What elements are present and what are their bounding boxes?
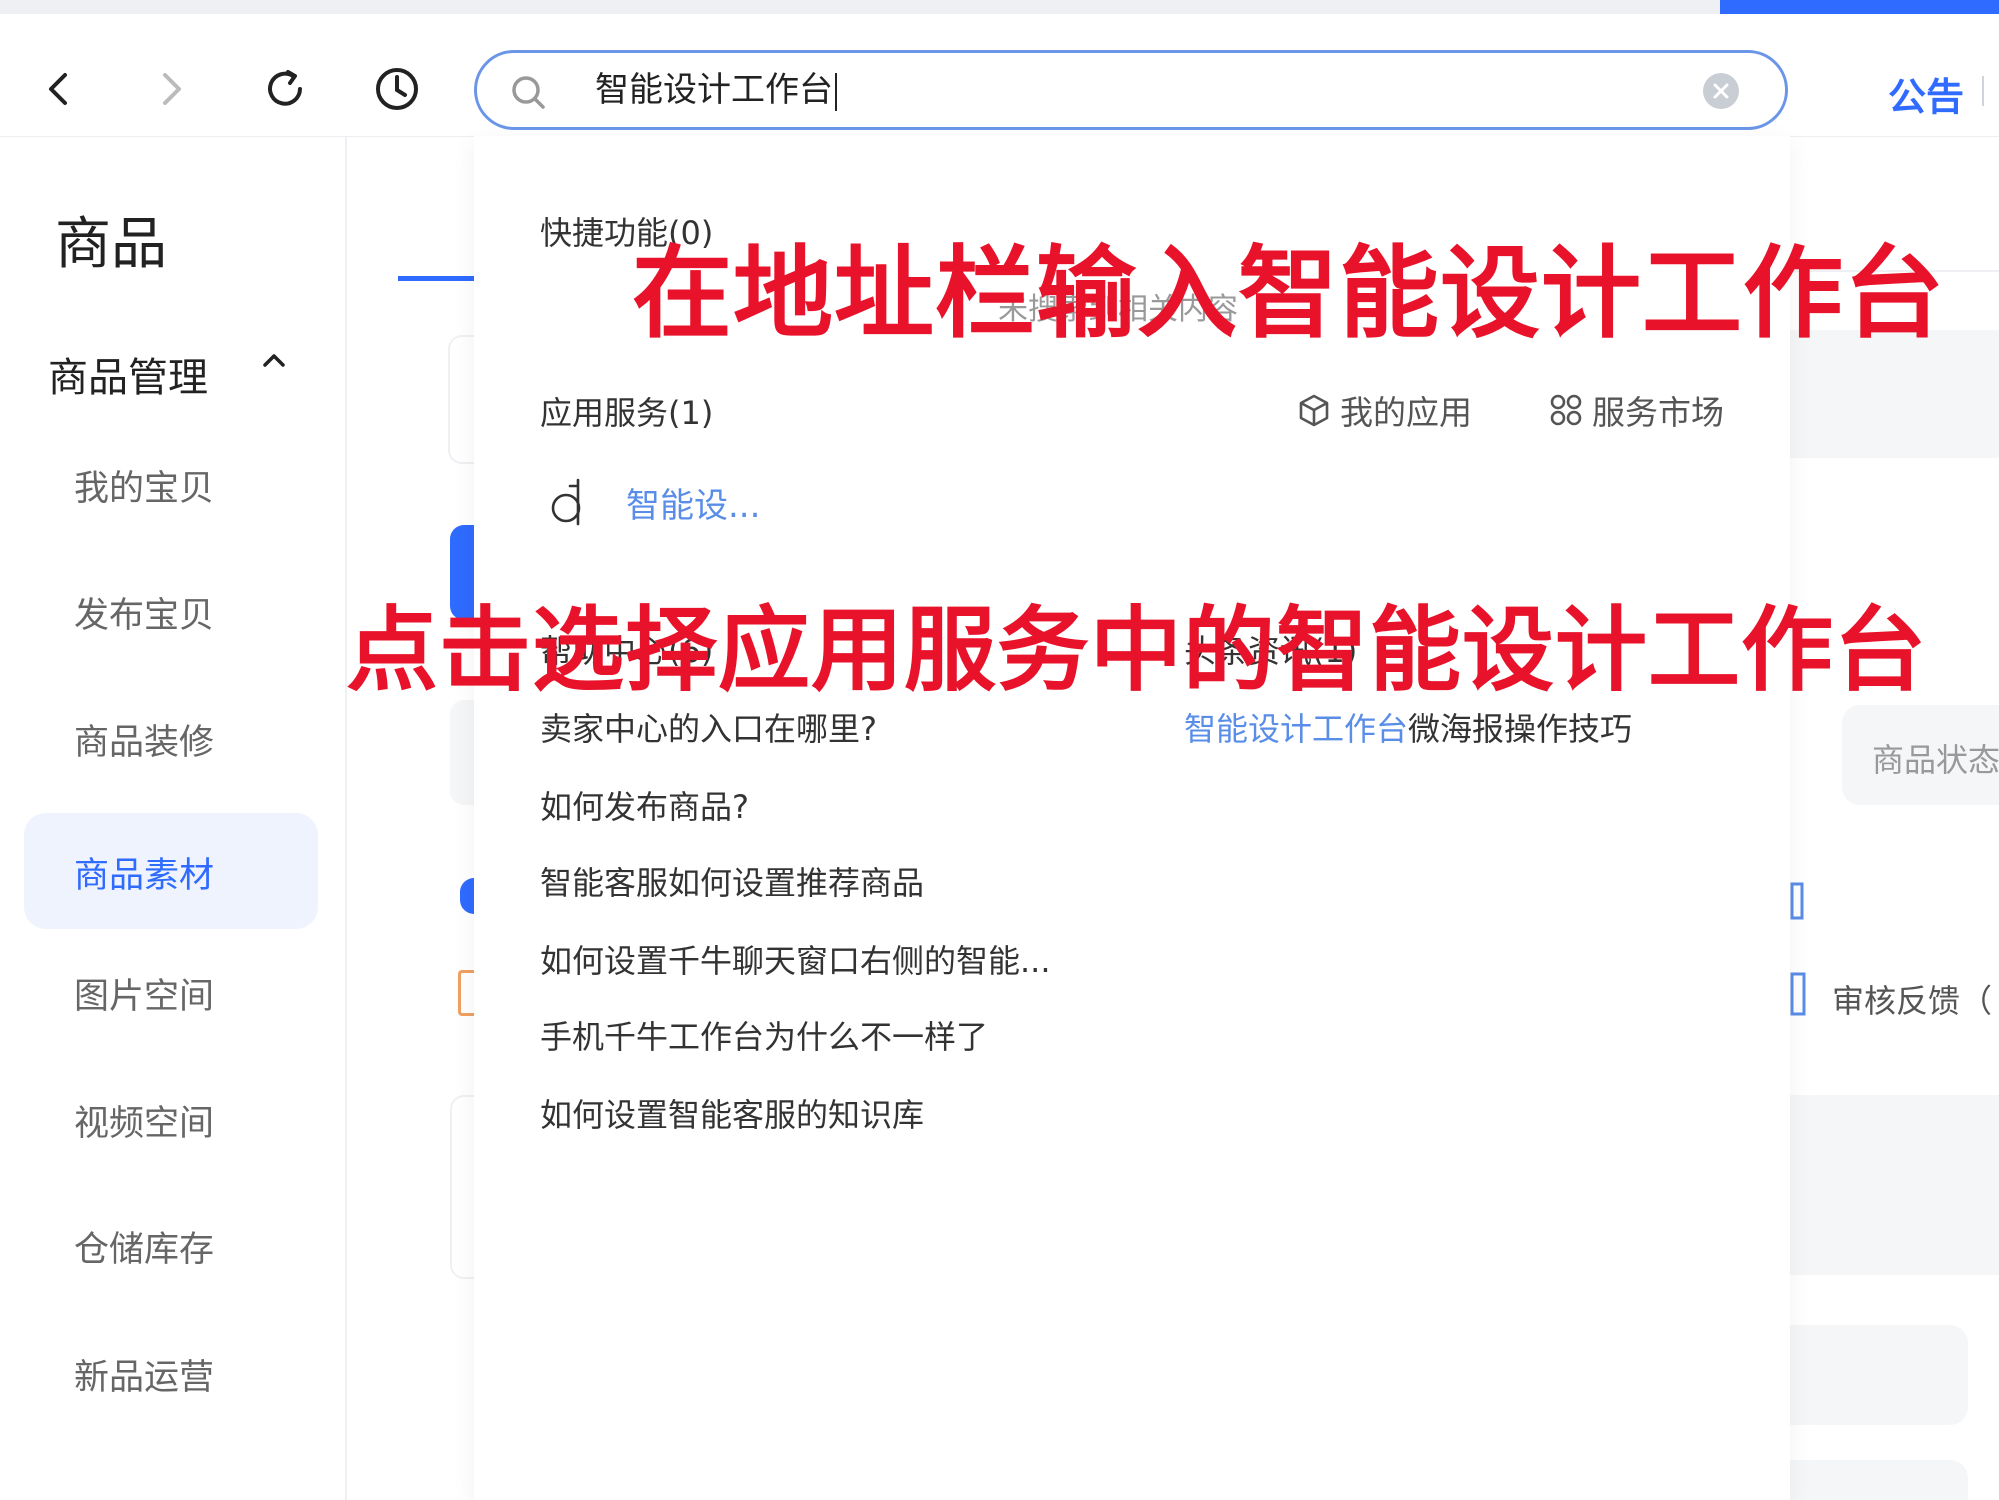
- help-item[interactable]: 如何设置千牛聊天窗口右侧的智能...: [540, 936, 1051, 982]
- sidebar-item-video-space[interactable]: 视频空间: [24, 1061, 318, 1177]
- sidebar-item-image-space[interactable]: 图片空间: [24, 934, 318, 1050]
- sidebar-item-inventory[interactable]: 仓储库存: [24, 1187, 318, 1303]
- help-item[interactable]: 智能客服如何设置推荐商品: [540, 858, 924, 904]
- sidebar-title: 商品: [55, 212, 167, 277]
- news-item-rest: 微海报操作技巧: [1408, 710, 1633, 748]
- annotation-step1: 在地址栏输入智能设计工作台: [632, 235, 1945, 352]
- help-item[interactable]: 手机千牛工作台为什么不一样了: [540, 1012, 988, 1058]
- sidebar-item-product-decoration[interactable]: 商品装修: [24, 680, 318, 796]
- sidebar-item-label: 仓储库存: [74, 1230, 215, 1270]
- sidebar-item-label: 发布宝贝: [74, 596, 215, 636]
- text-caret: [835, 72, 837, 111]
- app-result-smart-design[interactable]: 智能设...: [626, 478, 760, 527]
- document-icon: [1790, 882, 1804, 920]
- sidebar-item-label: 我的宝贝: [74, 469, 215, 509]
- my-apps-button[interactable]: 我的应用: [1296, 386, 1472, 434]
- search-input[interactable]: 智能设计工作台: [595, 69, 837, 111]
- radio-edge: [460, 878, 474, 914]
- close-icon: [1713, 83, 1729, 99]
- sidebar-item-product-assets[interactable]: 商品素材: [24, 813, 318, 929]
- reload-button[interactable]: [250, 54, 320, 124]
- sidebar-group-goods-management[interactable]: 商品管理: [48, 345, 208, 403]
- back-button[interactable]: [24, 54, 94, 124]
- cube-icon: [1299, 394, 1329, 427]
- chevron-up-icon[interactable]: [262, 352, 286, 368]
- address-search-box[interactable]: 智能设计工作台: [474, 50, 1788, 130]
- browser-toolbar: 智能设计工作台 公告: [0, 14, 1999, 137]
- history-button[interactable]: [362, 54, 432, 124]
- content-card: [448, 335, 476, 464]
- help-item[interactable]: 如何发布商品?: [540, 782, 749, 828]
- sidebar-item-label: 商品素材: [74, 856, 215, 896]
- clock-icon: [376, 68, 418, 110]
- bg-panel: [1790, 1325, 1968, 1425]
- sidebar-item-label: 新品运营: [74, 1358, 215, 1398]
- toolbar-divider: [1982, 76, 1984, 106]
- forward-button[interactable]: [136, 54, 206, 124]
- audit-icon: [1790, 972, 1806, 1016]
- sidebar-item-my-products[interactable]: 我的宝贝: [24, 426, 318, 542]
- sidebar-item-label: 图片空间: [74, 977, 215, 1017]
- news-item[interactable]: 智能设计工作台微海报操作技巧: [1184, 704, 1632, 750]
- app-services-heading: 应用服务(1): [540, 394, 714, 432]
- chevron-left-icon: [49, 73, 67, 105]
- window-top-strip: [0, 0, 1999, 14]
- chevron-right-icon: [163, 73, 181, 105]
- sidebar-item-label: 视频空间: [74, 1104, 215, 1144]
- filter-block: [450, 700, 474, 805]
- search-input-value: 智能设计工作台: [595, 70, 833, 110]
- active-tab-underline: [398, 276, 474, 281]
- bg-panel: [1790, 1460, 1968, 1500]
- status-filter-pill[interactable]: 商品状态: [1842, 705, 1999, 805]
- sidebar: 商品 商品管理 我的宝贝 发布宝贝 商品装修 商品素材 图片空间 视频空间 仓储…: [0, 137, 347, 1500]
- annotation-step2: 点击选择应用服务中的智能设计工作台: [346, 597, 1928, 704]
- bg-panel: [1790, 1095, 1999, 1275]
- design-app-icon[interactable]: [548, 474, 594, 530]
- top-strip-accent: [1720, 0, 1999, 14]
- sidebar-item-label: 商品装修: [74, 723, 215, 763]
- help-item[interactable]: 如何设置智能客服的知识库: [540, 1090, 924, 1136]
- sidebar-item-publish-product[interactable]: 发布宝贝: [24, 553, 318, 669]
- clear-search-button[interactable]: [1703, 73, 1739, 109]
- my-apps-label: 我的应用: [1340, 393, 1472, 432]
- status-filter-label: 商品状态: [1872, 741, 1999, 779]
- service-market-label: 服务市场: [1592, 393, 1724, 432]
- help-item[interactable]: 卖家中心的入口在哪里?: [540, 704, 877, 750]
- content-card: [450, 1095, 476, 1279]
- reload-icon: [268, 70, 302, 106]
- notice-link[interactable]: 公告: [1888, 66, 1964, 121]
- service-market-button[interactable]: 服务市场: [1548, 386, 1724, 434]
- grid-apps-icon: [1550, 394, 1582, 426]
- audit-feedback-tab[interactable]: 审核反馈（: [1832, 976, 1992, 1022]
- sidebar-item-new-product-ops[interactable]: 新品运营: [24, 1315, 318, 1431]
- search-icon: [512, 76, 545, 109]
- news-item-highlight: 智能设计工作台: [1184, 710, 1409, 748]
